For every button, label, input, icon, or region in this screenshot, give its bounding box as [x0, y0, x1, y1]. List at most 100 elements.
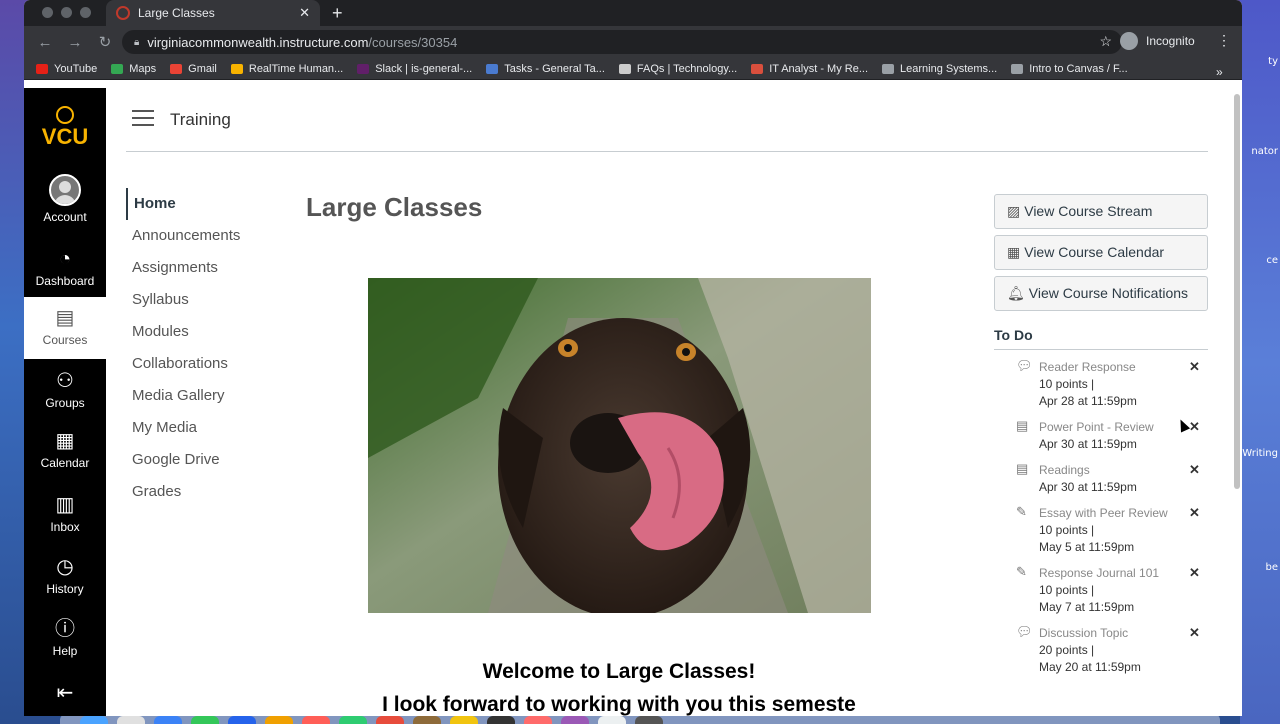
- view-course-notifications-button[interactable]: 🔔︎ View Course Notifications: [994, 276, 1208, 311]
- desktop-label: be: [1265, 562, 1279, 573]
- nav-courses[interactable]: ▤ Courses: [24, 297, 106, 359]
- new-tab-icon[interactable]: +: [332, 3, 343, 24]
- vcu-logo[interactable]: VCU: [38, 106, 92, 150]
- forward-arrow-icon[interactable]: →: [66, 34, 84, 51]
- todo-title[interactable]: Response Journal 101: [1039, 564, 1208, 582]
- bookmark-learning-systems[interactable]: Learning Systems...: [882, 63, 997, 75]
- dock-app-icon[interactable]: [413, 716, 441, 724]
- profile-button[interactable]: Incognito: [1120, 32, 1195, 50]
- view-course-calendar-button[interactable]: ▦ View Course Calendar: [994, 235, 1208, 270]
- bookmark-realtime[interactable]: RealTime Human...: [230, 63, 343, 75]
- nav-account[interactable]: Account: [24, 174, 106, 230]
- bookmark-intro-canvas[interactable]: Intro to Canvas / F...: [1011, 63, 1128, 75]
- discussion-icon: 💬︎: [1016, 358, 1033, 373]
- dismiss-icon[interactable]: ✕: [1189, 359, 1200, 375]
- course-nav-syllabus[interactable]: Syllabus: [126, 284, 276, 316]
- todo-item[interactable]: ✎ Response Journal 101 10 points | May 7…: [994, 564, 1208, 616]
- window-controls: [42, 7, 91, 18]
- todo-due: May 20 at 11:59pm: [1039, 660, 1141, 674]
- bookmark-maps[interactable]: Maps: [111, 63, 156, 75]
- dock-app-icon[interactable]: [265, 716, 293, 724]
- dashboard-icon: ◔: [58, 248, 72, 270]
- dock-app-icon[interactable]: [376, 716, 404, 724]
- bookmark-star-icon[interactable]: ☆: [1099, 33, 1112, 50]
- bookmark-it-analyst[interactable]: IT Analyst - My Re...: [751, 63, 868, 75]
- course-nav-assignments[interactable]: Assignments: [126, 252, 276, 284]
- logo-text: VCU: [41, 124, 89, 149]
- course-nav-modules[interactable]: Modules: [126, 316, 276, 348]
- nav-calendar[interactable]: ▦ Calendar: [24, 430, 106, 476]
- nav-label: Inbox: [50, 520, 80, 534]
- todo-item[interactable]: ✎ Essay with Peer Review 10 points | May…: [994, 504, 1208, 556]
- bookmark-youtube[interactable]: YouTube: [36, 63, 97, 75]
- dismiss-icon[interactable]: ✕: [1189, 505, 1200, 521]
- dock-app-icon[interactable]: [598, 716, 626, 724]
- bookmark-gmail[interactable]: Gmail: [170, 63, 217, 75]
- page-scrollbar[interactable]: [1234, 94, 1240, 489]
- view-course-stream-button[interactable]: ▨ View Course Stream: [994, 194, 1208, 229]
- nav-history[interactable]: ◷ History: [24, 556, 106, 602]
- todo-title[interactable]: Reader Response: [1039, 358, 1208, 376]
- reload-icon[interactable]: ↻: [96, 33, 114, 51]
- dock-app-icon[interactable]: [561, 716, 589, 724]
- browser-window: Large Classes ✕ + ← → ↻ 🔒︎ virginiacommo…: [24, 0, 1242, 716]
- global-navigation: VCU Account ◔ Dashboard ▤ Courses ⚇ Grou…: [24, 88, 106, 716]
- minimize-window-button[interactable]: [61, 7, 72, 18]
- dock-app-icon[interactable]: [524, 716, 552, 724]
- todo-title[interactable]: Discussion Topic: [1039, 624, 1208, 642]
- dismiss-icon[interactable]: ✕: [1189, 462, 1200, 478]
- todo-points: 10 points |: [1039, 583, 1095, 597]
- nav-help[interactable]: ⓘ Help: [24, 618, 106, 664]
- course-nav-my-media[interactable]: My Media: [126, 412, 276, 444]
- todo-title[interactable]: Readings: [1039, 461, 1208, 479]
- todo-title[interactable]: Essay with Peer Review: [1039, 504, 1208, 522]
- course-nav-media-gallery[interactable]: Media Gallery: [126, 380, 276, 412]
- nav-inbox[interactable]: ▥ Inbox: [24, 494, 106, 540]
- dock-app-icon[interactable]: [191, 716, 219, 724]
- dismiss-icon[interactable]: ✕: [1189, 625, 1200, 641]
- todo-due: Apr 28 at 11:59pm: [1039, 394, 1137, 408]
- dock-app-icon[interactable]: [635, 716, 663, 724]
- course-nav-collaborations[interactable]: Collaborations: [126, 348, 276, 380]
- collapse-nav-button[interactable]: ⇤: [24, 682, 106, 704]
- bookmark-faqs[interactable]: FAQs | Technology...: [618, 63, 737, 75]
- close-tab-icon[interactable]: ✕: [299, 5, 310, 21]
- dock-app-icon[interactable]: [450, 716, 478, 724]
- course-nav-google-drive[interactable]: Google Drive: [126, 444, 276, 476]
- address-bar[interactable]: 🔒︎ virginiacommonwealth.instructure.com/…: [122, 30, 1122, 54]
- course-nav-announcements[interactable]: Announcements: [126, 220, 276, 252]
- back-arrow-icon[interactable]: ←: [36, 34, 54, 51]
- close-window-button[interactable]: [42, 7, 53, 18]
- dock-app-icon[interactable]: [302, 716, 330, 724]
- dismiss-icon[interactable]: ✕: [1189, 565, 1200, 581]
- dock-app-icon[interactable]: [228, 716, 256, 724]
- youtube-icon: [36, 63, 48, 74]
- dock-app-icon[interactable]: [117, 716, 145, 724]
- bookmark-slack[interactable]: Slack | is-general-...: [357, 63, 472, 75]
- dock-app-icon[interactable]: [154, 716, 182, 724]
- bookmark-tasks[interactable]: Tasks - General Ta...: [486, 63, 605, 75]
- breadcrumb[interactable]: Training: [170, 110, 231, 130]
- nav-groups[interactable]: ⚇ Groups: [24, 370, 106, 416]
- hamburger-menu-icon[interactable]: [132, 110, 154, 126]
- dock-app-icon[interactable]: [339, 716, 367, 724]
- todo-item[interactable]: 💬︎ Discussion Topic 20 points | May 20 a…: [994, 624, 1208, 676]
- browser-menu-icon[interactable]: ⋮: [1217, 32, 1231, 49]
- gmail-icon: [170, 63, 183, 74]
- bookmark-label: YouTube: [54, 62, 98, 75]
- dismiss-icon[interactable]: ✕: [1189, 419, 1200, 435]
- todo-item[interactable]: 💬︎ Reader Response 10 points | Apr 28 at…: [994, 358, 1208, 410]
- dock-app-icon[interactable]: [487, 716, 515, 724]
- more-bookmarks-icon[interactable]: »: [1216, 65, 1223, 79]
- browser-tab[interactable]: Large Classes ✕: [106, 0, 320, 26]
- desktop-label: ty: [1268, 56, 1278, 67]
- dock-app-icon[interactable]: [80, 716, 108, 724]
- nav-dashboard[interactable]: ◔ Dashboard: [24, 248, 106, 294]
- todo-item[interactable]: ▤ Readings Apr 30 at 11:59pm ✕: [994, 461, 1208, 496]
- zoom-window-button[interactable]: [80, 7, 91, 18]
- course-nav-home[interactable]: Home: [126, 188, 276, 220]
- button-label: View Course Stream: [1024, 203, 1153, 219]
- course-nav-grades[interactable]: Grades: [126, 476, 276, 508]
- groups-icon: ⚇: [56, 370, 74, 392]
- tab-strip: Large Classes ✕ +: [24, 0, 1242, 26]
